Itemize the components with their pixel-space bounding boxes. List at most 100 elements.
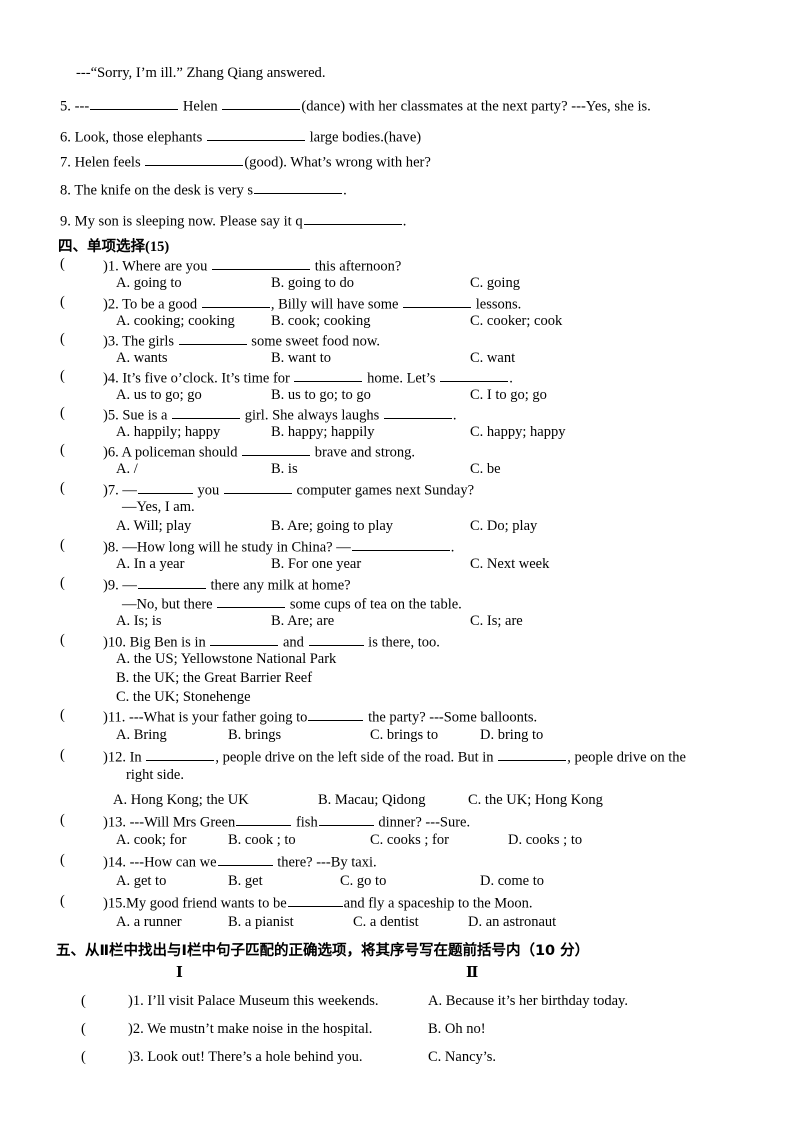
option-4-a[interactable]: A. us to go; go bbox=[116, 387, 202, 404]
answer-paren-q9[interactable]: ( bbox=[60, 575, 65, 592]
answer-blank[interactable] bbox=[212, 256, 311, 271]
match-right-b[interactable]: B. Oh no! bbox=[428, 1021, 486, 1038]
option-11-c[interactable]: C. brings to bbox=[370, 727, 438, 744]
answer-paren-q1[interactable]: ( bbox=[60, 256, 65, 273]
option-1-b[interactable]: B. going to do bbox=[271, 275, 354, 292]
answer-paren-q15[interactable]: ( bbox=[60, 893, 65, 910]
answer-paren-q11[interactable]: ( bbox=[60, 707, 65, 724]
answer-blank[interactable] bbox=[210, 632, 279, 647]
answer-blank[interactable] bbox=[498, 747, 567, 762]
match-paren-2[interactable]: ( bbox=[81, 1021, 86, 1038]
option-9-c[interactable]: C. Is; are bbox=[470, 613, 523, 630]
answer-blank[interactable] bbox=[236, 812, 292, 827]
option-7-b[interactable]: B. Are; going to play bbox=[271, 518, 393, 535]
answer-blank[interactable] bbox=[294, 368, 363, 383]
option-8-c[interactable]: C. Next week bbox=[470, 556, 549, 573]
answer-blank[interactable] bbox=[287, 893, 343, 908]
answer-blank[interactable] bbox=[201, 294, 270, 309]
option-1-a[interactable]: A. going to bbox=[116, 275, 182, 292]
option-10-c[interactable]: C. the UK; Stonehenge bbox=[116, 689, 251, 706]
option-14-c[interactable]: C. go to bbox=[340, 873, 386, 890]
answer-paren-q2[interactable]: ( bbox=[60, 294, 65, 311]
option-6-a[interactable]: A. / bbox=[116, 461, 138, 478]
answer-blank[interactable] bbox=[308, 707, 364, 722]
option-14-a[interactable]: A. get to bbox=[116, 873, 166, 890]
option-8-b[interactable]: B. For one year bbox=[271, 556, 361, 573]
option-2-b[interactable]: B. cook; cooking bbox=[271, 313, 370, 330]
answer-paren-q10[interactable]: ( bbox=[60, 632, 65, 649]
option-6-b[interactable]: B. is bbox=[271, 461, 298, 478]
answer-blank[interactable] bbox=[172, 405, 241, 420]
option-11-b[interactable]: B. brings bbox=[228, 727, 281, 744]
answer-blank[interactable] bbox=[308, 632, 364, 647]
option-15-b[interactable]: B. a pianist bbox=[228, 914, 294, 931]
option-15-d[interactable]: D. an astronaut bbox=[468, 914, 556, 931]
option-11-a[interactable]: A. Bring bbox=[116, 727, 167, 744]
answer-blank[interactable] bbox=[383, 405, 452, 420]
answer-paren-q5[interactable]: ( bbox=[60, 405, 65, 422]
option-11-d[interactable]: D. bring to bbox=[480, 727, 543, 744]
option-9-a[interactable]: A. Is; is bbox=[116, 613, 162, 630]
option-13-d[interactable]: D. cooks ; to bbox=[508, 832, 582, 849]
seed-letter: q bbox=[295, 213, 303, 230]
option-12-c[interactable]: C. the UK; Hong Kong bbox=[468, 792, 603, 809]
option-5-a[interactable]: A. happily; happy bbox=[116, 424, 220, 441]
option-15-c[interactable]: C. a dentist bbox=[353, 914, 419, 931]
answer-blank[interactable] bbox=[403, 294, 472, 309]
option-13-a[interactable]: A. cook; for bbox=[116, 832, 186, 849]
option-5-b[interactable]: B. happy; happily bbox=[271, 424, 375, 441]
answer-blank[interactable] bbox=[254, 180, 343, 195]
answer-blank[interactable] bbox=[303, 211, 402, 226]
option-9-b[interactable]: B. Are; are bbox=[271, 613, 334, 630]
answer-blank[interactable] bbox=[222, 96, 301, 111]
option-12-a[interactable]: A. Hong Kong; the UK bbox=[113, 792, 249, 809]
answer-paren-q6[interactable]: ( bbox=[60, 442, 65, 459]
answer-paren-q7[interactable]: ( bbox=[60, 480, 65, 497]
option-1-c[interactable]: C. going bbox=[470, 275, 520, 292]
option-3-b[interactable]: B. want to bbox=[271, 350, 331, 367]
answer-blank[interactable] bbox=[217, 852, 273, 867]
option-7-a[interactable]: A. Will; play bbox=[116, 518, 191, 535]
option-6-c[interactable]: C. be bbox=[470, 461, 501, 478]
option-14-b[interactable]: B. get bbox=[228, 873, 263, 890]
option-3-c[interactable]: C. want bbox=[470, 350, 515, 367]
answer-blank[interactable] bbox=[440, 368, 509, 383]
answer-paren-q3[interactable]: ( bbox=[60, 331, 65, 348]
option-13-b[interactable]: B. cook ; to bbox=[228, 832, 296, 849]
answer-blank[interactable] bbox=[351, 537, 450, 552]
option-12-b[interactable]: B. Macau; Qidong bbox=[318, 792, 426, 809]
match-right-a[interactable]: A. Because it’s her birthday today. bbox=[428, 993, 628, 1010]
answer-paren-q8[interactable]: ( bbox=[60, 537, 65, 554]
option-10-a[interactable]: A. the US; Yellowstone National Park bbox=[116, 651, 336, 668]
answer-blank[interactable] bbox=[145, 152, 244, 167]
answer-blank[interactable] bbox=[318, 812, 374, 827]
option-5-c[interactable]: C. happy; happy bbox=[470, 424, 565, 441]
answer-blank[interactable] bbox=[137, 480, 193, 495]
option-8-a[interactable]: A. In a year bbox=[116, 556, 184, 573]
answer-blank[interactable] bbox=[90, 96, 179, 111]
option-2-a[interactable]: A. cooking; cooking bbox=[116, 313, 235, 330]
option-14-d[interactable]: D. come to bbox=[480, 873, 544, 890]
option-15-a[interactable]: A. a runner bbox=[116, 914, 182, 931]
answer-blank[interactable] bbox=[137, 575, 206, 590]
answer-blank[interactable] bbox=[242, 442, 311, 457]
option-2-c[interactable]: C. cooker; cook bbox=[470, 313, 562, 330]
answer-paren-q13[interactable]: ( bbox=[60, 812, 65, 829]
match-right-c[interactable]: C. Nancy’s. bbox=[428, 1049, 496, 1066]
answer-blank[interactable] bbox=[223, 480, 292, 495]
answer-blank[interactable] bbox=[146, 747, 215, 762]
option-3-a[interactable]: A. wants bbox=[116, 350, 168, 367]
option-4-b[interactable]: B. us to go; to go bbox=[271, 387, 371, 404]
option-10-b[interactable]: B. the UK; the Great Barrier Reef bbox=[116, 670, 312, 687]
option-7-c[interactable]: C. Do; play bbox=[470, 518, 537, 535]
answer-paren-q14[interactable]: ( bbox=[60, 852, 65, 869]
answer-paren-q4[interactable]: ( bbox=[60, 368, 65, 385]
option-4-c[interactable]: C. I to go; go bbox=[470, 387, 547, 404]
match-paren-3[interactable]: ( bbox=[81, 1049, 86, 1066]
answer-paren-q12[interactable]: ( bbox=[60, 747, 65, 764]
match-paren-1[interactable]: ( bbox=[81, 993, 86, 1010]
answer-blank[interactable] bbox=[178, 331, 247, 346]
answer-blank[interactable] bbox=[217, 594, 286, 609]
option-13-c[interactable]: C. cooks ; for bbox=[370, 832, 449, 849]
answer-blank[interactable] bbox=[206, 127, 305, 142]
